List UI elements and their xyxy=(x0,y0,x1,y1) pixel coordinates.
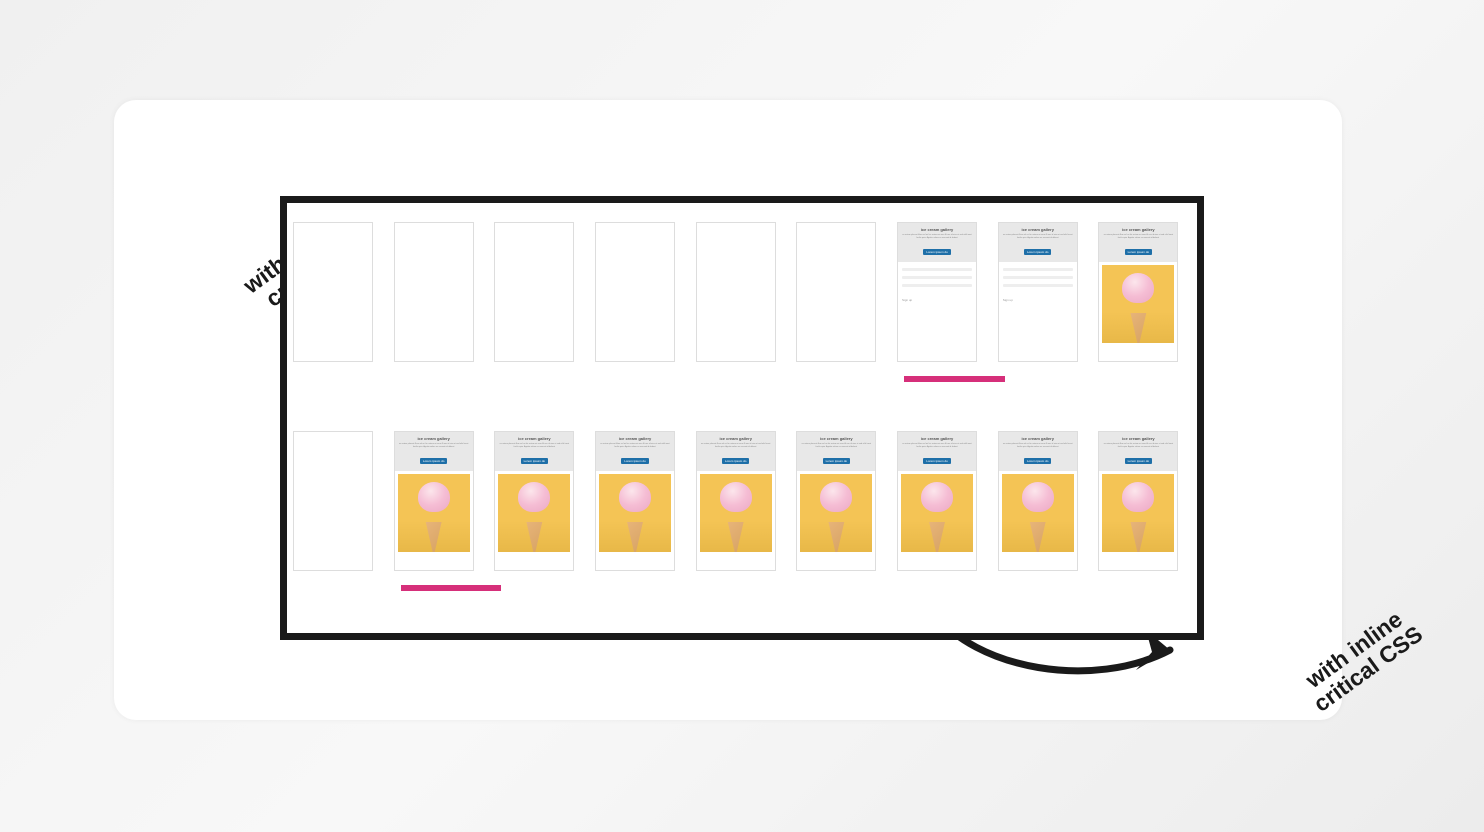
frame-cta-button: Lorem ipsum do xyxy=(521,458,549,464)
filmstrip-frame: ice cream gallery ex autem placeat illum … xyxy=(1098,431,1178,571)
filmstrip-frame: ice cream gallery ex autem placeat illum … xyxy=(1098,222,1178,362)
ice-cream-image xyxy=(1102,474,1174,552)
frame-cta-button: Lorem ipsum do xyxy=(923,249,951,255)
frame-header: ice cream gallery ex autem placeat illum … xyxy=(596,432,674,471)
frame-cta-button: Lorem ipsum do xyxy=(1024,458,1052,464)
selected-frame-indicator xyxy=(401,585,502,591)
filmstrip-frame xyxy=(595,222,675,362)
frame-header: ice cream gallery ex autem placeat illum … xyxy=(1099,432,1177,471)
frame-title: ice cream gallery xyxy=(901,227,973,232)
frame-form-placeholder xyxy=(999,262,1077,298)
frame-cta-button: Lorem ipsum do xyxy=(1125,249,1153,255)
frame-description: ex autem placeat illum vel mi hic autem … xyxy=(800,443,872,449)
filmstrip-frame: ice cream gallery ex autem placeat illum … xyxy=(696,431,776,571)
frame-title: ice cream gallery xyxy=(800,436,872,441)
filmstrip-frame xyxy=(293,431,373,571)
frame-title: ice cream gallery xyxy=(1102,436,1174,441)
ice-cream-image xyxy=(599,474,671,552)
filmstrip-frame xyxy=(696,222,776,362)
filmstrip-frame: ice cream gallery ex autem placeat illum … xyxy=(595,431,675,571)
frame-title: ice cream gallery xyxy=(1102,227,1174,232)
filmstrip-frame xyxy=(394,222,474,362)
frame-header: ice cream gallery ex autem placeat illum … xyxy=(999,432,1077,471)
frame-header: ice cream gallery ex autem placeat illum … xyxy=(495,432,573,471)
frame-header: ice cream gallery ex autem placeat illum … xyxy=(797,432,875,471)
ice-cream-image xyxy=(1002,474,1074,552)
frame-description: ex autem placeat illum vel mi hic autem … xyxy=(1102,234,1174,240)
frame-title: ice cream gallery xyxy=(1002,436,1074,441)
frame-header: ice cream gallery ex autem placeat illum … xyxy=(395,432,473,471)
ice-cream-image xyxy=(700,474,772,552)
frame-form-caption: Sign up xyxy=(898,298,976,302)
frame-title: ice cream gallery xyxy=(599,436,671,441)
frame-title: ice cream gallery xyxy=(498,436,570,441)
filmstrip-frame: ice cream gallery ex autem placeat illum … xyxy=(494,431,574,571)
frame-cta-button: Lorem ipsum do xyxy=(621,458,649,464)
filmstrip-frame: ice cream gallery ex autem placeat illum … xyxy=(394,431,474,571)
frame-description: ex autem placeat illum vel mi hic autem … xyxy=(498,443,570,449)
filmstrip-frame: ice cream gallery ex autem placeat illum … xyxy=(897,431,977,571)
filmstrip-frame: ice cream gallery ex autem placeat illum … xyxy=(796,431,876,571)
frame-description: ex autem placeat illum vel mi hic autem … xyxy=(901,234,973,240)
frame-description: ex autem placeat illum vel mi hic autem … xyxy=(398,443,470,449)
filmstrip-frame: ice cream gallery ex autem placeat illum … xyxy=(998,222,1078,362)
frame-form-caption: Sign up xyxy=(999,298,1077,302)
frame-description: ex autem placeat illum vel mi hic autem … xyxy=(700,443,772,449)
frame-header: ice cream gallery ex autem placeat illum … xyxy=(898,432,976,471)
frame-header: ice cream gallery ex autem placeat illum … xyxy=(1099,223,1177,262)
filmstrip-frame xyxy=(494,222,574,362)
frame-title: ice cream gallery xyxy=(700,436,772,441)
frame-cta-button: Lorem ipsum do xyxy=(420,458,448,464)
frame-cta-button: Lorem ipsum do xyxy=(1125,458,1153,464)
frame-header: ice cream gallery ex autem placeat illum … xyxy=(697,432,775,471)
frame-form-placeholder xyxy=(898,262,976,298)
frame-header: ice cream gallery ex autem placeat illum … xyxy=(898,223,976,262)
ice-cream-image xyxy=(398,474,470,552)
ice-cream-image xyxy=(800,474,872,552)
filmstrip-row-with-css: ice cream gallery ex autem placeat illum … xyxy=(287,431,1197,571)
filmstrip-row-without-css: ice cream gallery ex autem placeat illum … xyxy=(287,222,1197,362)
frame-description: ex autem placeat illum vel mi hic autem … xyxy=(1102,443,1174,449)
frame-cta-button: Lorem ipsum do xyxy=(923,458,951,464)
frame-header: ice cream gallery ex autem placeat illum … xyxy=(999,223,1077,262)
frame-description: ex autem placeat illum vel mi hic autem … xyxy=(599,443,671,449)
frame-cta-button: Lorem ipsum do xyxy=(1024,249,1052,255)
selected-frame-indicator xyxy=(904,376,1005,382)
ice-cream-image xyxy=(1102,265,1174,343)
frame-cta-button: Lorem ipsum do xyxy=(722,458,750,464)
frame-title: ice cream gallery xyxy=(398,436,470,441)
filmstrip-frame xyxy=(293,222,373,362)
filmstrip-container: ice cream gallery ex autem placeat illum … xyxy=(280,196,1204,640)
ice-cream-image xyxy=(901,474,973,552)
filmstrip-frame xyxy=(796,222,876,362)
frame-title: ice cream gallery xyxy=(901,436,973,441)
frame-description: ex autem placeat illum vel mi hic autem … xyxy=(1002,443,1074,449)
frame-description: ex autem placeat illum vel mi hic autem … xyxy=(901,443,973,449)
filmstrip-frame: ice cream gallery ex autem placeat illum … xyxy=(897,222,977,362)
ice-cream-image xyxy=(498,474,570,552)
frame-cta-button: Lorem ipsum do xyxy=(823,458,851,464)
frame-description: ex autem placeat illum vel mi hic autem … xyxy=(1002,234,1074,240)
label-with-inline-css: with inline critical CSS xyxy=(1295,602,1427,716)
filmstrip-frame: ice cream gallery ex autem placeat illum … xyxy=(998,431,1078,571)
frame-title: ice cream gallery xyxy=(1002,227,1074,232)
